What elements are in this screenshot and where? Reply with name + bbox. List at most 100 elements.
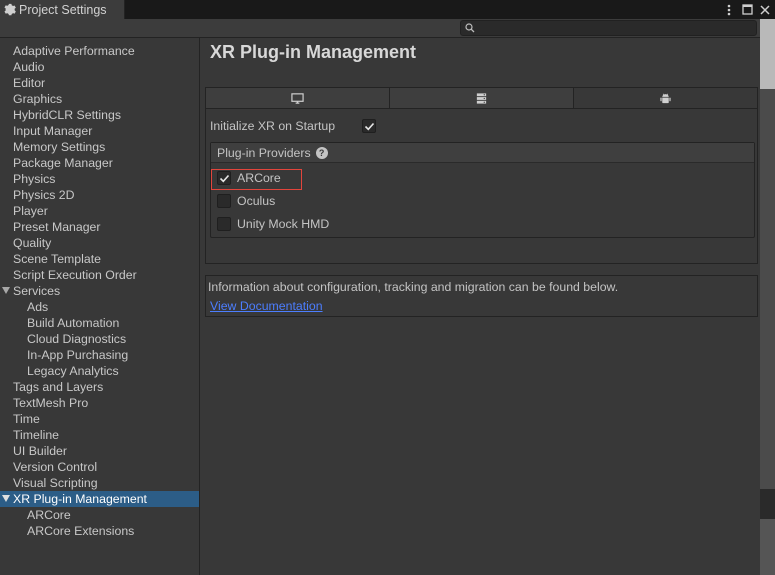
sidebar-item-input-manager[interactable]: Input Manager [0, 123, 199, 139]
sidebar-item-tags-and-layers[interactable]: Tags and Layers [0, 379, 199, 395]
sidebar-item-build-automation[interactable]: Build Automation [0, 315, 199, 331]
sidebar-item-memory-settings[interactable]: Memory Settings [0, 139, 199, 155]
sidebar-item-package-manager[interactable]: Package Manager [0, 155, 199, 171]
provider-oculus[interactable]: Oculus [217, 192, 275, 210]
provider-mock-hmd-checkbox[interactable] [217, 217, 231, 231]
init-xr-label: Initialize XR on Startup [210, 119, 336, 133]
sidebar-item-physics-2d[interactable]: Physics 2D [0, 187, 199, 203]
sidebar-item-label: Build Automation [27, 316, 120, 330]
tab-server[interactable] [390, 88, 574, 108]
view-documentation-link[interactable]: View Documentation [210, 299, 323, 313]
plugin-providers-header: Plug-in Providers ? [211, 143, 754, 163]
window-tab[interactable]: Project Settings [0, 0, 125, 19]
info-box: Information about configuration, trackin… [205, 275, 758, 317]
sidebar-item-scene-template[interactable]: Scene Template [0, 251, 199, 267]
sidebar-item-services[interactable]: Services [0, 283, 199, 299]
sidebar-item-label: Editor [13, 76, 46, 90]
sidebar-item-label: Preset Manager [13, 220, 101, 234]
init-xr-checkbox[interactable] [362, 119, 376, 133]
platform-tabs [205, 87, 758, 109]
sidebar-item-label: Visual Scripting [13, 476, 98, 490]
provider-oculus-checkbox[interactable] [217, 194, 231, 208]
page-title: XR Plug-in Management [210, 42, 417, 62]
sidebar-item-label: Legacy Analytics [27, 364, 119, 378]
sidebar-item-visual-scripting[interactable]: Visual Scripting [0, 475, 199, 491]
sidebar-item-label: UI Builder [13, 444, 67, 458]
sidebar-item-label: Physics 2D [13, 188, 75, 202]
sidebar-item-label: Adaptive Performance [13, 44, 135, 58]
sidebar-item-label: Input Manager [13, 124, 93, 138]
sidebar-item-player[interactable]: Player [0, 203, 199, 219]
sidebar-item-label: Graphics [13, 92, 63, 106]
sidebar-item-label: Audio [13, 60, 45, 74]
sidebar-item-label: In-App Purchasing [27, 348, 129, 362]
provider-unity-mock-hmd[interactable]: Unity Mock HMD [217, 215, 329, 233]
server-icon [476, 92, 487, 104]
sidebar-item-time[interactable]: Time [0, 411, 199, 427]
sidebar-item-label: XR Plug-in Management [13, 492, 147, 506]
plugin-providers-box: Plug-in Providers ? ARCore Oculus Unity … [210, 142, 755, 238]
title-bar: Project Settings [0, 0, 775, 19]
settings-panel: Initialize XR on Startup Plug-in Provide… [205, 109, 758, 264]
sidebar-item-label: ARCore Extensions [27, 524, 135, 538]
plugin-providers-title: Plug-in Providers [217, 145, 311, 160]
sidebar-item-version-control[interactable]: Version Control [0, 459, 199, 475]
sidebar-item-adaptive-performance[interactable]: Adaptive Performance [0, 43, 199, 59]
maximize-icon[interactable] [741, 3, 753, 17]
desktop-icon [291, 92, 304, 104]
gear-icon [4, 3, 16, 16]
help-icon[interactable]: ? [315, 146, 328, 159]
sidebar-item-ads[interactable]: Ads [0, 299, 199, 315]
sidebar-item-label: Ads [27, 300, 49, 314]
sidebar-item-audio[interactable]: Audio [0, 59, 199, 75]
info-text: Information about configuration, trackin… [208, 280, 619, 294]
provider-label: Unity Mock HMD [237, 217, 330, 231]
expand-arrow-icon[interactable] [2, 287, 10, 294]
init-xr-row: Initialize XR on Startup [210, 117, 335, 135]
sidebar-item-legacy-analytics[interactable]: Legacy Analytics [0, 363, 199, 379]
sidebar-item-arcore[interactable]: ARCore [0, 507, 199, 523]
highlight-annotation [211, 169, 302, 190]
sidebar-item-graphics[interactable]: Graphics [0, 91, 199, 107]
search-input[interactable] [460, 20, 757, 36]
sidebar-item-cloud-diagnostics[interactable]: Cloud Diagnostics [0, 331, 199, 347]
sidebar-item-in-app-purchasing[interactable]: In-App Purchasing [0, 347, 199, 363]
sidebar-item-xr-plug-in-management[interactable]: XR Plug-in Management [0, 491, 199, 507]
sidebar-item-label: Memory Settings [13, 140, 106, 154]
sidebar: Adaptive Performance Audio Editor Graphics H… [0, 38, 200, 575]
sidebar-item-physics[interactable]: Physics [0, 171, 199, 187]
tab-standalone[interactable] [206, 88, 390, 108]
sidebar-item-label: Player [13, 204, 48, 218]
sidebar-item-label: Services [13, 284, 61, 298]
window-tab-title: Project Settings [19, 2, 107, 17]
sidebar-item-timeline[interactable]: Timeline [0, 427, 199, 443]
sidebar-item-label: Time [13, 412, 40, 426]
sidebar-item-script-execution-order[interactable]: Script Execution Order [0, 267, 199, 283]
main-panel: XR Plug-in Management Initialize XR on S… [201, 38, 760, 575]
toolbar [0, 19, 760, 38]
sidebar-item-textmesh-pro[interactable]: TextMesh Pro [0, 395, 199, 411]
sidebar-item-label: Timeline [13, 428, 60, 442]
more-icon[interactable] [723, 3, 735, 17]
sidebar-item-label: ARCore [27, 508, 71, 522]
sidebar-item-label: Version Control [13, 460, 98, 474]
sidebar-item-quality[interactable]: Quality [0, 235, 199, 251]
search-icon [465, 23, 475, 33]
sidebar-item-hybridclr-settings[interactable]: HybridCLR Settings [0, 107, 199, 123]
sidebar-item-label: Script Execution Order [13, 268, 137, 282]
sidebar-item-arcore-extensions[interactable]: ARCore Extensions [0, 523, 199, 539]
sidebar-item-label: Cloud Diagnostics [27, 332, 127, 346]
android-icon [660, 93, 671, 103]
sidebar-item-label: Quality [13, 236, 52, 250]
sidebar-item-label: TextMesh Pro [13, 396, 89, 410]
sidebar-item-label: Tags and Layers [13, 380, 104, 394]
sidebar-item-preset-manager[interactable]: Preset Manager [0, 219, 199, 235]
check-icon [364, 122, 374, 130]
sidebar-item-ui-builder[interactable]: UI Builder [0, 443, 199, 459]
tab-android[interactable] [574, 88, 757, 108]
sidebar-item-label: Scene Template [13, 252, 101, 266]
sidebar-item-label: HybridCLR Settings [13, 108, 121, 122]
expand-arrow-icon[interactable] [2, 495, 10, 502]
close-icon[interactable] [759, 3, 771, 17]
sidebar-item-editor[interactable]: Editor [0, 75, 199, 91]
